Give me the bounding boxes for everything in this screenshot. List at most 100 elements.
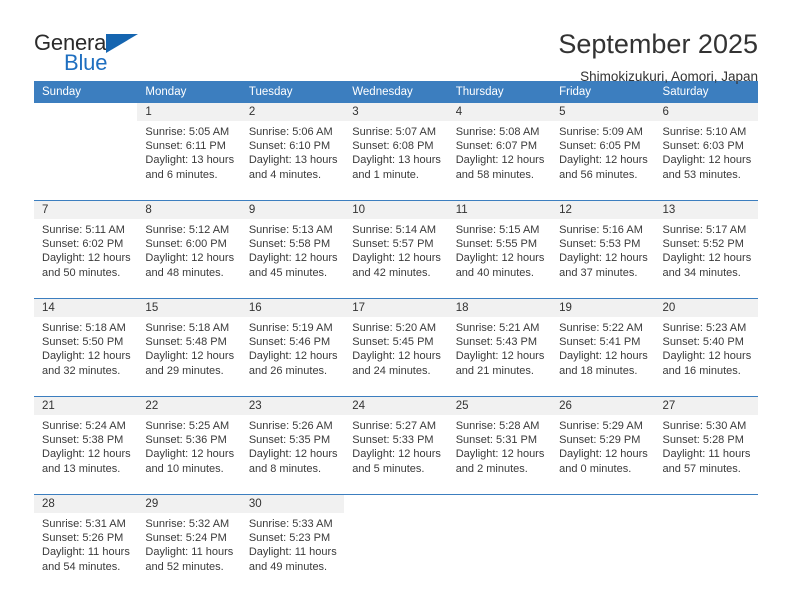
day-cell[interactable]: 12 Sunrise: 5:16 AM Sunset: 5:53 PM Dayligh… xyxy=(551,201,655,290)
day-details: Sunrise: 5:09 AM Sunset: 6:05 PM Daylight:… xyxy=(551,121,654,182)
sunrise-text: Sunrise: 5:28 AM xyxy=(455,420,540,432)
week-spacer-cell xyxy=(34,192,758,201)
calendar-cell: 7 Sunrise: 5:11 AM Sunset: 6:02 PM Daylight… xyxy=(34,200,138,290)
day-number: 3 xyxy=(344,103,448,121)
day-cell-empty xyxy=(34,103,138,192)
calendar-cell: 23 Sunrise: 5:26 AM Sunset: 5:35 PM Dayligh… xyxy=(240,396,345,486)
day-number: 2 xyxy=(240,103,345,121)
day-cell[interactable]: 6 Sunrise: 5:10 AM Sunset: 6:03 PM Daylight… xyxy=(654,103,758,192)
sunset-text: Sunset: 6:02 PM xyxy=(42,238,124,251)
sunset-text: Sunset: 6:00 PM xyxy=(145,238,227,251)
sunset-text: Sunset: 5:43 PM xyxy=(455,336,538,349)
calendar-cell: 2 Sunrise: 5:06 AM Sunset: 6:10 PM Daylight… xyxy=(240,103,345,192)
sunrise-text: Sunrise: 5:21 AM xyxy=(455,322,540,334)
day-cell[interactable]: 2 Sunrise: 5:06 AM Sunset: 6:10 PM Daylight… xyxy=(240,103,345,192)
calendar-cell: 1 Sunrise: 5:05 AM Sunset: 6:11 PM Daylight… xyxy=(137,103,241,192)
day-cell-empty xyxy=(344,495,448,584)
daylight-text: Daylight: 12 hours and 18 minutes. xyxy=(559,350,648,377)
day-cell[interactable]: 15 Sunrise: 5:18 AM Sunset: 5:48 PM Dayligh… xyxy=(137,299,241,388)
calendar-page: General Blue September 2025 Shimokizukur… xyxy=(0,0,792,612)
daylight-text: Daylight: 12 hours and 34 minutes. xyxy=(662,252,752,279)
day-cell[interactable]: 25 Sunrise: 5:28 AM Sunset: 5:31 PM Dayligh… xyxy=(447,397,552,486)
sunrise-text: Sunrise: 5:25 AM xyxy=(145,420,230,432)
day-cell[interactable]: 17 Sunrise: 5:20 AM Sunset: 5:45 PM Dayligh… xyxy=(344,299,448,388)
day-number xyxy=(654,495,758,513)
sunset-text: Sunset: 5:50 PM xyxy=(42,336,124,349)
day-cell[interactable]: 13 Sunrise: 5:17 AM Sunset: 5:52 PM Dayligh… xyxy=(654,201,758,290)
day-number: 27 xyxy=(654,397,758,415)
day-cell[interactable]: 8 Sunrise: 5:12 AM Sunset: 6:00 PM Daylight… xyxy=(137,201,241,290)
day-cell[interactable]: 9 Sunrise: 5:13 AM Sunset: 5:58 PM Daylight… xyxy=(240,201,345,290)
sunset-text: Sunset: 5:41 PM xyxy=(559,336,641,349)
daylight-text: Daylight: 12 hours and 58 minutes. xyxy=(455,154,545,181)
day-details: Sunrise: 5:13 AM Sunset: 5:58 PM Daylight:… xyxy=(241,219,344,280)
calendar-week-row: 28 Sunrise: 5:31 AM Sunset: 5:26 PM Dayligh… xyxy=(34,494,758,584)
day-cell[interactable]: 16 Sunrise: 5:19 AM Sunset: 5:46 PM Dayligh… xyxy=(240,299,345,388)
calendar-header-row: Sunday Monday Tuesday Wednesday Thursday Frid… xyxy=(34,81,758,103)
calendar-cell xyxy=(447,494,552,584)
daylight-text: Daylight: 11 hours and 49 minutes. xyxy=(248,546,337,573)
calendar-cell: 19 Sunrise: 5:22 AM Sunset: 5:41 PM Dayligh… xyxy=(551,298,655,388)
daylight-text: Daylight: 12 hours and 0 minutes. xyxy=(559,448,648,475)
sunrise-text: Sunrise: 5:23 AM xyxy=(662,322,747,334)
sunrise-text: Sunrise: 5:20 AM xyxy=(352,322,437,334)
calendar-cell: 12 Sunrise: 5:16 AM Sunset: 5:53 PM Dayligh… xyxy=(551,200,655,290)
day-number xyxy=(447,495,552,513)
day-cell[interactable]: 24 Sunrise: 5:27 AM Sunset: 5:33 PM Dayligh… xyxy=(344,397,448,486)
general-blue-logo[interactable]: General Blue xyxy=(34,30,174,80)
day-details: Sunrise: 5:05 AM Sunset: 6:11 PM Daylight:… xyxy=(137,121,240,182)
calendar-cell: 14 Sunrise: 5:18 AM Sunset: 5:50 PM Dayligh… xyxy=(34,298,138,388)
weekday-header-thursday: Thursday xyxy=(447,81,552,103)
day-details: Sunrise: 5:26 AM Sunset: 5:35 PM Daylight:… xyxy=(241,415,344,476)
sunrise-text: Sunrise: 5:32 AM xyxy=(145,518,230,530)
day-details: Sunrise: 5:15 AM Sunset: 5:55 PM Daylight:… xyxy=(448,219,551,280)
sunrise-text: Sunrise: 5:17 AM xyxy=(662,224,747,236)
sunrise-text: Sunrise: 5:10 AM xyxy=(662,126,747,138)
daylight-text: Daylight: 12 hours and 21 minutes. xyxy=(455,350,545,377)
calendar-cell: 24 Sunrise: 5:27 AM Sunset: 5:33 PM Dayligh… xyxy=(344,396,448,486)
daylight-text: Daylight: 12 hours and 48 minutes. xyxy=(145,252,235,279)
day-cell[interactable]: 4 Sunrise: 5:08 AM Sunset: 6:07 PM Daylight… xyxy=(447,103,552,192)
day-cell[interactable]: 11 Sunrise: 5:15 AM Sunset: 5:55 PM Dayligh… xyxy=(447,201,552,290)
day-cell[interactable]: 7 Sunrise: 5:11 AM Sunset: 6:02 PM Daylight… xyxy=(34,201,138,290)
calendar-cell: 28 Sunrise: 5:31 AM Sunset: 5:26 PM Dayligh… xyxy=(34,494,138,584)
day-number: 8 xyxy=(137,201,241,219)
calendar-week-row: 7 Sunrise: 5:11 AM Sunset: 6:02 PM Daylight… xyxy=(34,200,758,290)
day-number: 12 xyxy=(551,201,655,219)
sunrise-text: Sunrise: 5:13 AM xyxy=(248,224,333,236)
day-cell[interactable]: 30 Sunrise: 5:33 AM Sunset: 5:23 PM Dayligh… xyxy=(240,495,345,584)
day-cell[interactable]: 20 Sunrise: 5:23 AM Sunset: 5:40 PM Dayligh… xyxy=(654,299,758,388)
day-cell[interactable]: 19 Sunrise: 5:22 AM Sunset: 5:41 PM Dayligh… xyxy=(551,299,655,388)
day-number: 17 xyxy=(344,299,448,317)
day-details: Sunrise: 5:19 AM Sunset: 5:46 PM Daylight:… xyxy=(241,317,344,378)
sunset-text: Sunset: 5:57 PM xyxy=(352,238,434,251)
day-cell[interactable]: 1 Sunrise: 5:05 AM Sunset: 6:11 PM Daylight… xyxy=(137,103,241,192)
sunset-text: Sunset: 5:33 PM xyxy=(352,434,434,447)
day-cell[interactable]: 10 Sunrise: 5:14 AM Sunset: 5:57 PM Dayligh… xyxy=(344,201,448,290)
day-cell[interactable]: 3 Sunrise: 5:07 AM Sunset: 6:08 PM Daylight… xyxy=(344,103,448,192)
daylight-text: Daylight: 12 hours and 2 minutes. xyxy=(455,448,545,475)
calendar-cell: 10 Sunrise: 5:14 AM Sunset: 5:57 PM Dayligh… xyxy=(344,200,448,290)
sunrise-text: Sunrise: 5:15 AM xyxy=(455,224,540,236)
page-header: General Blue September 2025 Shimokizukur… xyxy=(34,0,758,83)
day-cell[interactable]: 29 Sunrise: 5:32 AM Sunset: 5:24 PM Dayligh… xyxy=(137,495,241,584)
day-cell[interactable]: 18 Sunrise: 5:21 AM Sunset: 5:43 PM Dayligh… xyxy=(447,299,552,388)
day-cell[interactable]: 27 Sunrise: 5:30 AM Sunset: 5:28 PM Dayligh… xyxy=(654,397,758,486)
day-cell[interactable]: 21 Sunrise: 5:24 AM Sunset: 5:38 PM Dayligh… xyxy=(34,397,138,486)
day-cell[interactable]: 28 Sunrise: 5:31 AM Sunset: 5:26 PM Dayligh… xyxy=(34,495,138,584)
sunset-text: Sunset: 6:10 PM xyxy=(248,140,331,153)
day-number: 14 xyxy=(34,299,138,317)
sunrise-text: Sunrise: 5:11 AM xyxy=(42,224,125,236)
sunrise-text: Sunrise: 5:16 AM xyxy=(559,224,643,236)
day-cell[interactable]: 5 Sunrise: 5:09 AM Sunset: 6:05 PM Daylight… xyxy=(551,103,655,192)
day-number: 16 xyxy=(240,299,345,317)
day-cell[interactable]: 14 Sunrise: 5:18 AM Sunset: 5:50 PM Dayligh… xyxy=(34,299,138,388)
sunset-text: Sunset: 5:58 PM xyxy=(248,238,331,251)
day-details: Sunrise: 5:12 AM Sunset: 6:00 PM Daylight:… xyxy=(137,219,240,280)
day-number: 6 xyxy=(654,103,758,121)
sunrise-text: Sunrise: 5:14 AM xyxy=(352,224,437,236)
day-number: 7 xyxy=(34,201,138,219)
day-cell[interactable]: 23 Sunrise: 5:26 AM Sunset: 5:35 PM Dayligh… xyxy=(240,397,345,486)
day-cell[interactable]: 22 Sunrise: 5:25 AM Sunset: 5:36 PM Dayligh… xyxy=(137,397,241,486)
day-cell[interactable]: 26 Sunrise: 5:29 AM Sunset: 5:29 PM Dayligh… xyxy=(551,397,655,486)
